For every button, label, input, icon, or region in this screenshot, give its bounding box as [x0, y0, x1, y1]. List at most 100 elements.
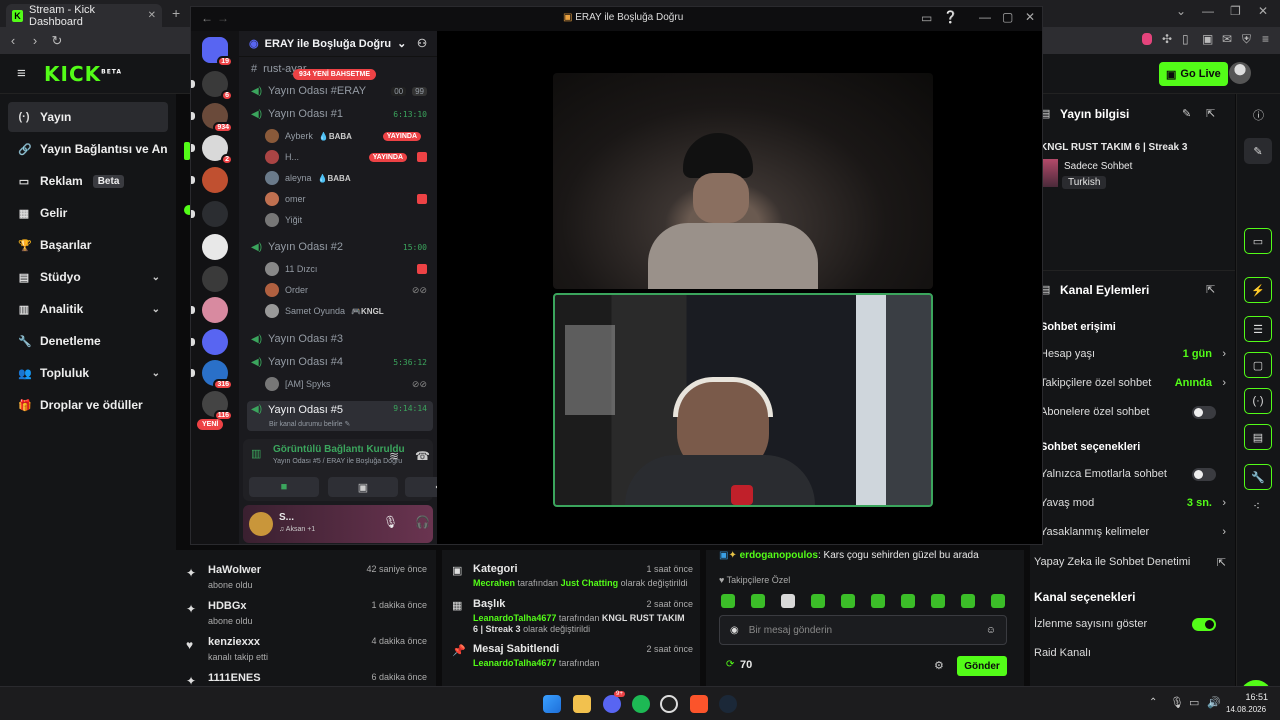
shield-icon[interactable]: ⛨	[1242, 32, 1251, 47]
voice-user[interactable]: 11 Dızcı	[265, 260, 433, 278]
emote-icon[interactable]	[781, 594, 795, 608]
lightning-icon[interactable]: ⚡	[1244, 277, 1272, 303]
server-icon[interactable]: 2	[202, 135, 233, 165]
go-live-button[interactable]: ▣ Go Live	[1159, 62, 1228, 86]
sidebar-toggle-icon[interactable]: ▯	[1182, 32, 1189, 46]
ai-moderation-row[interactable]: Yapay Zeka ile Sohbet Denetimi ⇱	[1030, 556, 1226, 569]
server-icon[interactable]: 6	[202, 71, 233, 101]
tray-chevron-icon[interactable]: ⌃	[1149, 697, 1157, 708]
new-tab-button[interactable]: +	[172, 5, 180, 21]
mention-badge[interactable]: 934 YENİ BAHSETME	[293, 69, 377, 80]
voice-user[interactable]: Yiğit	[265, 211, 433, 229]
discord-home-icon[interactable]: 19	[202, 37, 233, 67]
account-age-row[interactable]: Hesap yaşı 1 gün ›	[1030, 348, 1226, 360]
maximize-icon[interactable]: ▢	[1002, 10, 1013, 24]
voice-user[interactable]: Samet Oyunda 🎮KNGL	[265, 302, 433, 320]
sidebar-item-5[interactable]: ▤ Stüdyo ⌄	[8, 262, 168, 292]
tab-search-icon[interactable]: ⌄	[1176, 4, 1186, 18]
back-icon[interactable]: ‹	[2, 30, 24, 52]
server-icon[interactable]	[202, 297, 228, 323]
steam-icon[interactable]	[719, 695, 737, 713]
language-tag[interactable]: Turkish	[1062, 176, 1107, 189]
voice-user[interactable]: H... YAYINDA	[265, 148, 433, 166]
sidebar-item-6[interactable]: ▥ Analitik ⌄	[8, 294, 168, 324]
inbox-icon[interactable]: ▭	[921, 11, 932, 25]
headphones-icon[interactable]: 🎧	[415, 515, 430, 529]
followers-only-row[interactable]: Takipçilere özel sohbet Anında ›	[1030, 377, 1226, 389]
minimize-icon[interactable]: —	[979, 10, 991, 24]
emote-icon[interactable]	[991, 594, 1005, 608]
slow-mode-row[interactable]: Yavaş mod 3 sn. ›	[1030, 497, 1226, 509]
brave-icon[interactable]	[690, 695, 708, 713]
list-item[interactable]: ✦ HDBGx 1 dakika önce abone oldu	[186, 598, 431, 632]
start-icon[interactable]	[543, 695, 561, 713]
list-item[interactable]: ✦ HaWolwer 42 saniye önce abone oldu	[186, 562, 431, 596]
sidebar-item-1[interactable]: 🔗 Yayın Bağlantısı ve Anahtarı	[8, 134, 168, 164]
channel-oda4[interactable]: ◀) Yayın Odası #4 5:36:12	[247, 352, 433, 372]
pen-icon[interactable]: ✎	[1244, 138, 1272, 164]
server-icon[interactable]: 116	[202, 391, 233, 421]
emote-icon[interactable]	[931, 594, 945, 608]
channel-oda1[interactable]: ◀) Yayın Odası #1 6:13:10	[247, 104, 433, 124]
list-item[interactable]: ♥ kenziexxx 4 dakika önce kanalı takip etti	[186, 634, 431, 668]
raid-row[interactable]: Raid Kanalı	[1030, 647, 1226, 659]
sidebar-item-3[interactable]: ▦ Gelir	[8, 198, 168, 228]
screen-share-button[interactable]: ▣	[328, 477, 398, 497]
voice-user[interactable]: Ayberk 💧BABA YAYINDA	[265, 127, 433, 145]
back-icon[interactable]: ←	[201, 11, 213, 25]
emote-icon[interactable]	[721, 594, 735, 608]
microphone-tray-icon[interactable]: 🎙	[1170, 696, 1184, 709]
hamburger-icon[interactable]: ≡	[17, 65, 26, 82]
menu-icon[interactable]: ≡	[1262, 32, 1269, 46]
emote-only-toggle[interactable]	[1192, 467, 1216, 481]
server-icon[interactable]: 934	[202, 103, 233, 133]
popout-icon[interactable]: ⇱	[1206, 283, 1215, 296]
wallet-icon[interactable]: ▣	[1202, 32, 1213, 46]
noise-suppression-icon[interactable]: ≋	[389, 449, 399, 463]
channel-status[interactable]: Bir kanal durumu belirle ✎	[269, 420, 350, 428]
reload-icon[interactable]: ↻	[46, 30, 68, 52]
maximize-icon[interactable]: ❐	[1230, 4, 1241, 18]
kick-logo[interactable]: KICKBETA	[44, 62, 122, 86]
clock-time[interactable]: 16:51	[1232, 692, 1268, 702]
popout-icon[interactable]: ⇱	[1206, 107, 1215, 120]
emote-icon[interactable]	[811, 594, 825, 608]
chat-icon[interactable]: ▢	[1244, 352, 1272, 378]
puzzle-icon[interactable]: ✣	[1162, 32, 1172, 46]
sidebar-item-4[interactable]: 🏆 Başarılar	[8, 230, 168, 260]
sidebar-item-2[interactable]: ▭ Reklam Beta	[8, 166, 168, 196]
avatar[interactable]	[249, 512, 273, 536]
broadcast-rail-icon[interactable]: (·)	[1244, 388, 1272, 414]
server-header[interactable]: ◉ ERAY ile Boşluğa Doğru ⌄ ⚇	[239, 31, 437, 57]
stream-info-rail-icon[interactable]: ▭	[1244, 228, 1272, 254]
clock-date[interactable]: 14.08.2026	[1226, 705, 1266, 714]
voice-user[interactable]: aleyna 💧BABA	[265, 169, 433, 187]
emote-icon[interactable]	[871, 594, 885, 608]
forward-icon[interactable]: →	[217, 11, 229, 25]
emote-icon[interactable]	[841, 594, 855, 608]
emote-icon[interactable]	[751, 594, 765, 608]
app-icon[interactable]	[660, 695, 678, 713]
show-viewers-toggle[interactable]	[1192, 617, 1216, 631]
close-icon[interactable]: ✕	[1025, 10, 1035, 24]
subs-only-toggle[interactable]	[1192, 405, 1216, 419]
share-icon[interactable]: ⁖	[1253, 499, 1260, 513]
sidebar-item-7[interactable]: 🔧 Denetleme	[8, 326, 168, 356]
edit-icon[interactable]: ✎	[1182, 107, 1191, 120]
forward-icon[interactable]: ›	[24, 30, 46, 52]
banned-words-row[interactable]: Yasaklanmış kelimeler ›	[1030, 526, 1226, 538]
browser-tab[interactable]: K Stream - Kick Dashboard ✕	[6, 4, 162, 28]
sidebar-item-0[interactable]: (·) Yayın	[8, 102, 168, 132]
sidebar-item-8[interactable]: 👥 Topluluk ⌄	[8, 358, 168, 388]
discord-taskbar-icon[interactable]: 9+	[603, 691, 625, 713]
server-icon[interactable]: 316	[202, 360, 233, 390]
new-badge[interactable]: YENİ	[197, 419, 224, 430]
info-circle-icon[interactable]: ⓘ	[1253, 107, 1264, 123]
voice-channel-path[interactable]: Yayın Odası #5 / ERAY ile Boşluğa Doğru	[273, 458, 402, 465]
channel-oda2[interactable]: ◀) Yayın Odası #2 15:00	[247, 237, 433, 257]
video-tile-1[interactable]	[553, 73, 933, 289]
spotify-icon[interactable]	[632, 695, 650, 713]
minimize-icon[interactable]: —	[1202, 4, 1214, 18]
camera-button[interactable]: ■	[249, 477, 319, 497]
channel-eray[interactable]: ◀) Yayın Odası #ERAY 00 99	[247, 81, 433, 101]
